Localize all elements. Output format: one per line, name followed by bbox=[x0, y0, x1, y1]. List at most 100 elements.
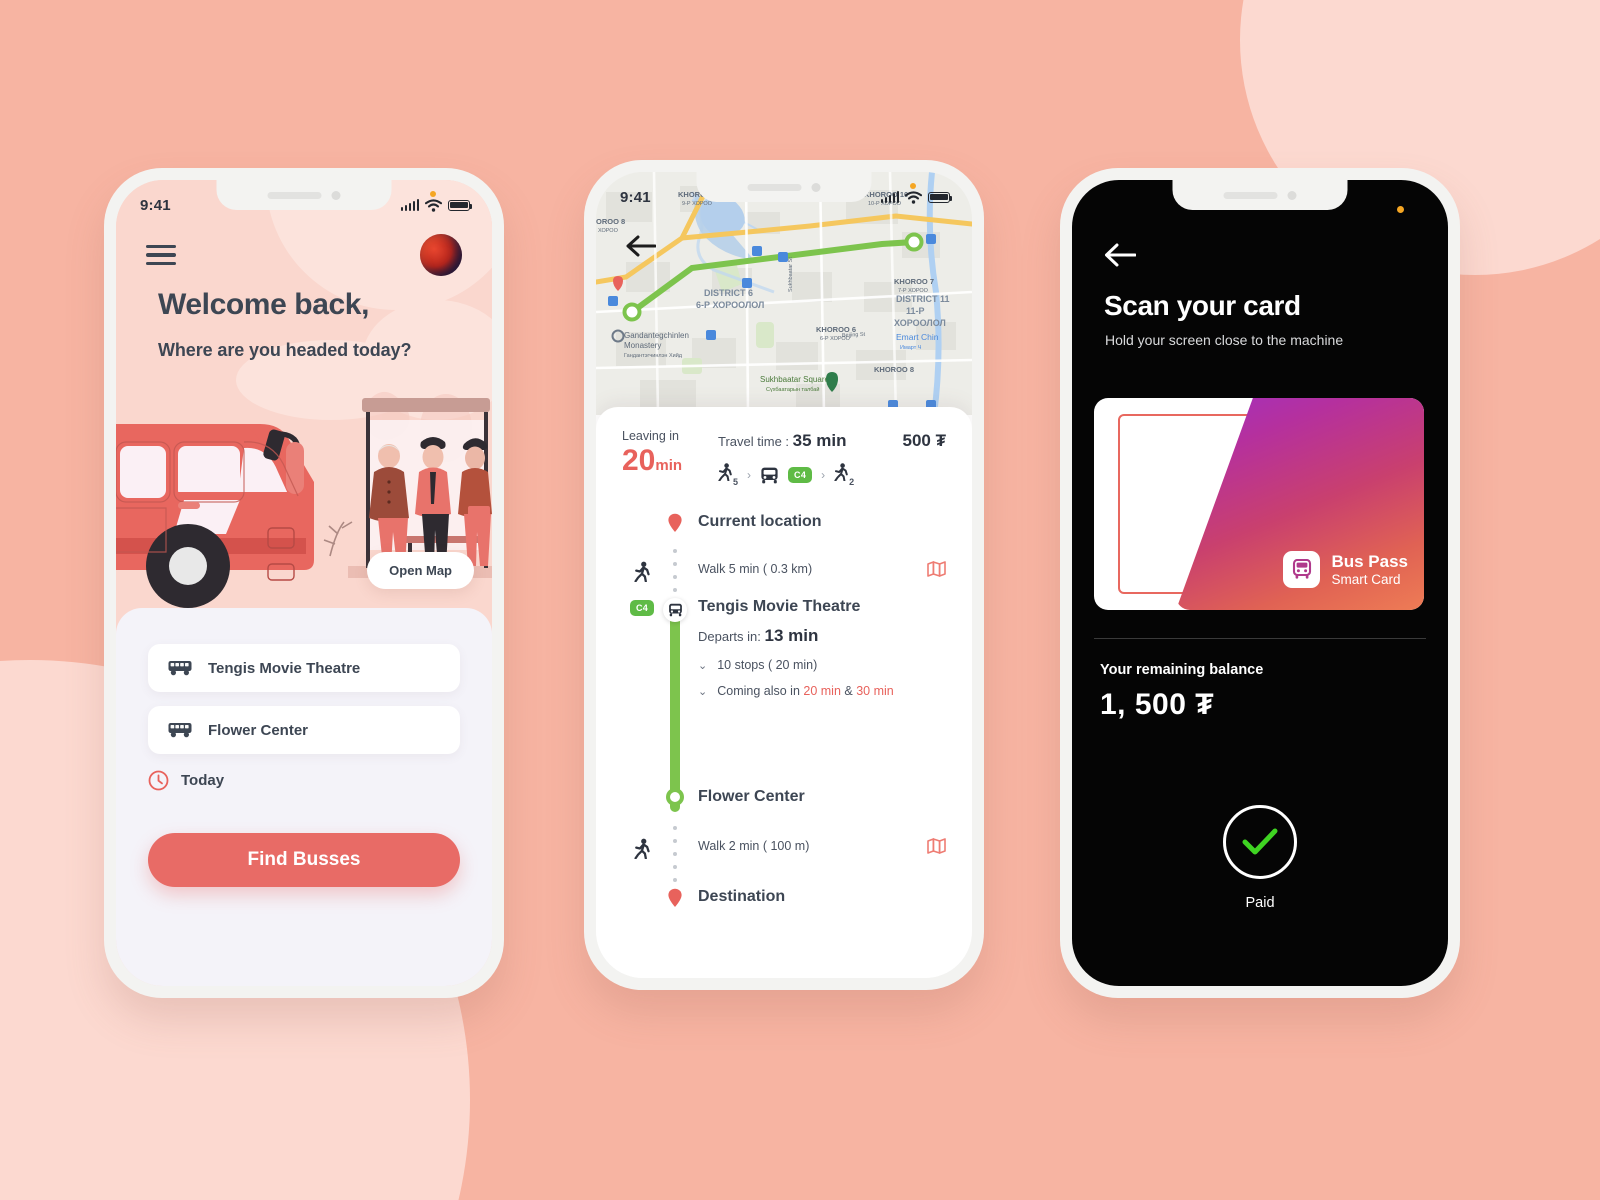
walk-icon-slot bbox=[622, 822, 662, 860]
scene-canvas: Open Map Welcome back, Where are you hea… bbox=[0, 0, 1600, 1200]
stops-text: 10 stops ( 20 min) bbox=[717, 658, 818, 673]
clock-icon bbox=[148, 770, 169, 791]
notification-dot-icon bbox=[910, 182, 916, 189]
destination-stop-field[interactable]: Flower Center bbox=[148, 706, 460, 754]
card-type: Smart Card bbox=[1331, 571, 1401, 587]
timeline-row-walk-1: Walk 5 min ( 0.3 km) bbox=[622, 545, 946, 593]
timeline-rail bbox=[662, 888, 688, 908]
svg-text:DISTRICT 6: DISTRICT 6 bbox=[704, 288, 753, 298]
bus-stop-node bbox=[662, 598, 688, 623]
wifi-icon bbox=[905, 190, 922, 204]
coming-time-b: 30 min bbox=[856, 684, 894, 699]
departs-label: Departs in: bbox=[698, 629, 761, 645]
leaving-label: Leaving in bbox=[622, 429, 679, 443]
timeline-body: Destination bbox=[688, 888, 946, 906]
leaving-value: 20min bbox=[622, 445, 718, 477]
svg-text:ХОРООЛОЛ: ХОРООЛОЛ bbox=[894, 318, 946, 328]
journey-legs: 5 › C4 › 2 bbox=[718, 463, 903, 487]
map-mini-icon[interactable] bbox=[927, 561, 946, 577]
status-time: 9:41 bbox=[140, 196, 171, 214]
hamburger-menu-icon[interactable] bbox=[146, 245, 176, 265]
back-arrow-icon[interactable] bbox=[626, 234, 656, 258]
home-topbar bbox=[116, 232, 492, 278]
stop-title-current: Current location bbox=[698, 513, 822, 531]
svg-text:Emart Chin: Emart Chin bbox=[896, 332, 939, 342]
svg-text:Sukhbaatar St: Sukhbaatar St bbox=[788, 257, 794, 292]
bus-graphic bbox=[116, 424, 314, 608]
route-timeline: Current location Walk 5 min (0.3 km) C4… bbox=[622, 513, 946, 916]
price-block: 500 ₮ bbox=[903, 429, 946, 451]
timeline-icon-slot bbox=[622, 888, 662, 889]
svg-text:KHOROO 8: KHOROO 8 bbox=[874, 365, 914, 374]
svg-text:Monastery: Monastery bbox=[624, 341, 661, 350]
bus-icon bbox=[168, 723, 192, 738]
screen-route: KHOROO 9 9-Р ХОРОО KHOROO 10 10-Р ХОРОО … bbox=[596, 172, 972, 978]
battery-icon bbox=[448, 199, 473, 211]
speaker-grille bbox=[267, 191, 322, 199]
travel-time-label: Travel time : bbox=[718, 434, 790, 449]
walk-text-2: Walk 2 min ( 100 m) bbox=[698, 839, 810, 854]
location-pin-icon bbox=[668, 513, 682, 533]
open-map-button[interactable]: Open Map bbox=[367, 552, 474, 589]
route-badge-slot: C4 bbox=[622, 598, 662, 617]
svg-text:6-Р ХОРООЛОЛ: 6-Р ХОРООЛОЛ bbox=[696, 300, 764, 310]
bus-icon bbox=[761, 467, 778, 483]
svg-text:Сүхбаатарын талбай: Сүхбаатарын талбай bbox=[766, 386, 819, 393]
timeline-rail bbox=[662, 513, 688, 533]
check-circle-icon bbox=[1223, 805, 1297, 879]
timeline-rail bbox=[662, 788, 688, 807]
svg-text:Имарт Ч: Имарт Ч bbox=[900, 345, 922, 351]
stops-expand-row[interactable]: ⌄ 10 stops ( 20 min) bbox=[698, 658, 946, 672]
phone-route-screen: KHOROO 9 9-Р ХОРОО KHOROO 10 10-Р ХОРОО … bbox=[584, 160, 984, 990]
phone-notch bbox=[216, 180, 392, 210]
welcome-subtitle: Where are you headed today? bbox=[158, 340, 412, 360]
origin-stop-field[interactable]: Tengis Movie Theatre bbox=[148, 644, 460, 692]
trip-price: 500 ₮ bbox=[902, 431, 946, 450]
route-green-bar bbox=[670, 616, 680, 813]
walk-leg-1: 5 bbox=[718, 463, 738, 487]
timeline-rail-dots bbox=[662, 545, 688, 593]
route-badge-c4: C4 bbox=[788, 467, 813, 484]
status-time: 9:41 bbox=[620, 188, 651, 206]
svg-text:DISTRICT 11: DISTRICT 11 bbox=[896, 294, 950, 304]
signal-bars-icon bbox=[880, 191, 899, 203]
find-busses-button[interactable]: Find Busses bbox=[148, 833, 460, 887]
svg-text:ХОРОО: ХОРОО bbox=[598, 228, 619, 234]
section-divider bbox=[1094, 638, 1426, 639]
status-icons bbox=[880, 182, 953, 204]
stop-title-destination: Destination bbox=[698, 888, 786, 906]
walk-text-1: Walk 5 min ( 0.3 km) bbox=[698, 562, 813, 577]
route-start-marker bbox=[622, 302, 642, 322]
card-branding: Bus Pass Smart Card bbox=[1283, 551, 1408, 588]
travel-block: Travel time : 35 min 5 › C4 › 2 bbox=[718, 429, 903, 487]
map-mini-icon[interactable] bbox=[927, 838, 946, 854]
front-camera bbox=[1287, 190, 1297, 200]
travel-time-line: Travel time : 35 min bbox=[718, 431, 903, 451]
location-pin-icon bbox=[668, 888, 682, 908]
check-mark-icon bbox=[1242, 828, 1278, 855]
bus-pass-icon bbox=[1283, 551, 1321, 588]
back-arrow-icon[interactable] bbox=[1104, 242, 1136, 268]
timeline-row-current-location: Current location bbox=[622, 513, 946, 541]
walk-icon bbox=[633, 838, 650, 860]
walk-leg-2-minutes: 2 bbox=[849, 477, 855, 488]
timeline-body: Walk 5 min ( 0.3 km) bbox=[688, 545, 946, 577]
date-selector[interactable]: Today bbox=[148, 770, 460, 791]
svg-text:Гандантэгчинлэн Хийд: Гандантэгчинлэн Хийд bbox=[624, 352, 683, 359]
leaving-unit: min bbox=[655, 457, 683, 474]
coming-amp: & bbox=[844, 684, 853, 699]
status-icons bbox=[400, 190, 473, 212]
route-badge-c4: C4 bbox=[629, 600, 655, 617]
leg-separator: › bbox=[821, 468, 826, 483]
bus-pass-card[interactable]: Bus Pass Smart Card bbox=[1094, 398, 1424, 610]
bus-glyph-icon bbox=[1292, 559, 1312, 579]
bus-icon bbox=[168, 661, 192, 676]
coming-also-row[interactable]: ⌄ Coming also in 20 min & 30 min bbox=[698, 684, 946, 698]
trip-summary: Leaving in 20min Travel time : 35 min 5 … bbox=[622, 429, 946, 487]
coming-prefix: Coming also in bbox=[717, 684, 800, 699]
timeline-row-destination: Destination bbox=[622, 888, 946, 916]
notification-dot-icon bbox=[1397, 206, 1404, 213]
user-avatar[interactable] bbox=[420, 234, 462, 276]
leaving-block: Leaving in 20min bbox=[622, 429, 718, 477]
timeline-icon-slot bbox=[622, 788, 662, 789]
